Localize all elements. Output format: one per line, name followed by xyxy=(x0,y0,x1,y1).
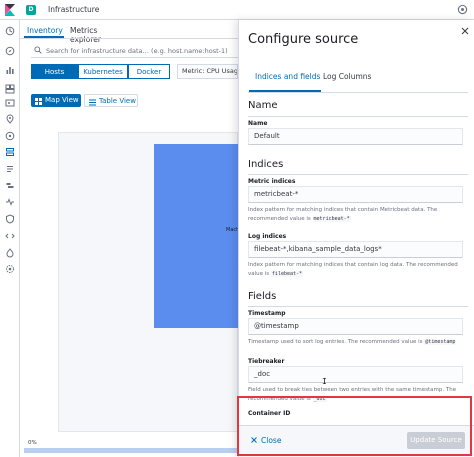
tiebreaker-field[interactable]: _doc xyxy=(248,366,463,383)
kibana-logo-icon[interactable] xyxy=(3,3,17,17)
list-icon xyxy=(89,98,96,106)
tabs-divider xyxy=(20,38,238,39)
log-indices-field[interactable]: filebeat-*,kibana_sample_data_logs* xyxy=(248,241,463,258)
flyout-footer: Close Update Source xyxy=(239,425,474,457)
hosts-button[interactable]: Hosts xyxy=(31,64,78,79)
progress-bar xyxy=(24,448,238,453)
infrastructure-icon[interactable] xyxy=(5,147,15,157)
maps-icon[interactable] xyxy=(5,114,15,124)
tiebreaker-help: Field used to break ties between two ent… xyxy=(248,386,463,404)
dev-tools-icon[interactable] xyxy=(5,231,15,241)
tab-inventory[interactable]: Inventory xyxy=(27,26,63,35)
name-field[interactable]: Default xyxy=(248,128,463,145)
flyout-title: Configure source xyxy=(248,32,359,47)
apm-icon[interactable] xyxy=(5,181,15,191)
timestamp-label: Timestamp xyxy=(248,310,286,317)
metric-indices-field[interactable]: metricbeat-* xyxy=(248,186,463,203)
log-indices-recommended: filebeat-* xyxy=(270,271,304,277)
close-icon[interactable] xyxy=(461,27,469,35)
visualize-icon[interactable] xyxy=(5,65,15,75)
map-view-button[interactable]: Map View xyxy=(31,94,81,107)
log-indices-help: Index pattern for matching indices that … xyxy=(248,261,463,279)
map-node-tile[interactable] xyxy=(154,144,238,328)
canvas-icon[interactable] xyxy=(5,98,15,108)
section-indices-title: Indices xyxy=(248,159,284,170)
close-button[interactable]: Close xyxy=(251,436,281,445)
metric-indices-label: Metric indices xyxy=(248,178,296,185)
name-label: Name xyxy=(248,120,268,127)
discover-icon[interactable] xyxy=(5,46,15,56)
metric-indices-help: Index pattern for matching indices that … xyxy=(248,206,463,224)
tab-metrics-explorer[interactable]: Metrics explorer xyxy=(70,26,101,44)
section-fields-title: Fields xyxy=(248,291,277,302)
help-icon[interactable] xyxy=(457,4,468,15)
section-divider xyxy=(248,306,468,307)
tiebreaker-help-text: Field used to break ties between two ent… xyxy=(248,387,457,402)
top-bar: D Infrastructure xyxy=(0,0,474,20)
timestamp-help: Timestamp used to sort log entries. The … xyxy=(248,338,463,347)
monitoring-icon[interactable] xyxy=(5,248,15,258)
tab-log-columns[interactable]: Log Columns xyxy=(323,72,371,81)
siem-icon[interactable] xyxy=(5,214,15,224)
log-indices-label: Log indices xyxy=(248,233,287,240)
section-name-title: Name xyxy=(248,100,278,111)
section-divider xyxy=(248,116,468,117)
tiebreaker-label: Tiebreaker xyxy=(248,358,285,365)
ml-icon[interactable] xyxy=(5,131,15,141)
section-divider xyxy=(248,174,468,175)
search-bar xyxy=(31,43,238,58)
metric-indices-recommended: metricbeat-* xyxy=(312,216,351,222)
text-cursor-icon: I xyxy=(322,377,327,386)
breadcrumb[interactable]: Infrastructure xyxy=(48,5,99,14)
side-nav xyxy=(0,20,20,457)
recently-viewed-icon[interactable] xyxy=(5,26,15,36)
search-input[interactable] xyxy=(46,45,236,56)
progress-label: 0% xyxy=(28,440,37,446)
container-id-label: Container ID xyxy=(248,410,291,417)
search-icon xyxy=(34,46,42,54)
configure-source-flyout: Configure source Indices and fields Log … xyxy=(238,20,474,457)
table-view-label: Table View xyxy=(99,97,136,105)
management-icon[interactable] xyxy=(5,264,15,274)
dashboard-icon[interactable] xyxy=(5,84,15,94)
uptime-icon[interactable] xyxy=(5,197,15,207)
tab-indices-and-fields[interactable]: Indices and fields xyxy=(255,72,320,81)
flyout-tabs-divider xyxy=(248,92,468,93)
logs-icon[interactable] xyxy=(5,164,15,174)
tiebreaker-recommended: _doc xyxy=(312,396,327,402)
space-avatar[interactable]: D xyxy=(26,5,36,15)
flyout-body: Name Name Default Indices Metric indices… xyxy=(248,96,468,424)
docker-button[interactable]: Docker xyxy=(128,64,170,79)
metric-select[interactable]: Metric: CPU Usage xyxy=(177,64,238,79)
grid-icon xyxy=(35,97,42,105)
close-button-label: Close xyxy=(261,436,282,445)
timestamp-recommended: @timestamp xyxy=(424,339,457,345)
table-view-button[interactable]: Table View xyxy=(84,94,138,107)
kubernetes-button[interactable]: Kubernetes xyxy=(78,64,128,79)
timestamp-help-text: Timestamp used to sort log entries. The … xyxy=(248,339,423,345)
map-view-label: Map View xyxy=(45,96,79,104)
update-source-button[interactable]: Update Source xyxy=(407,432,465,449)
timestamp-field[interactable]: @timestamp xyxy=(248,318,463,335)
cross-icon xyxy=(251,436,257,443)
